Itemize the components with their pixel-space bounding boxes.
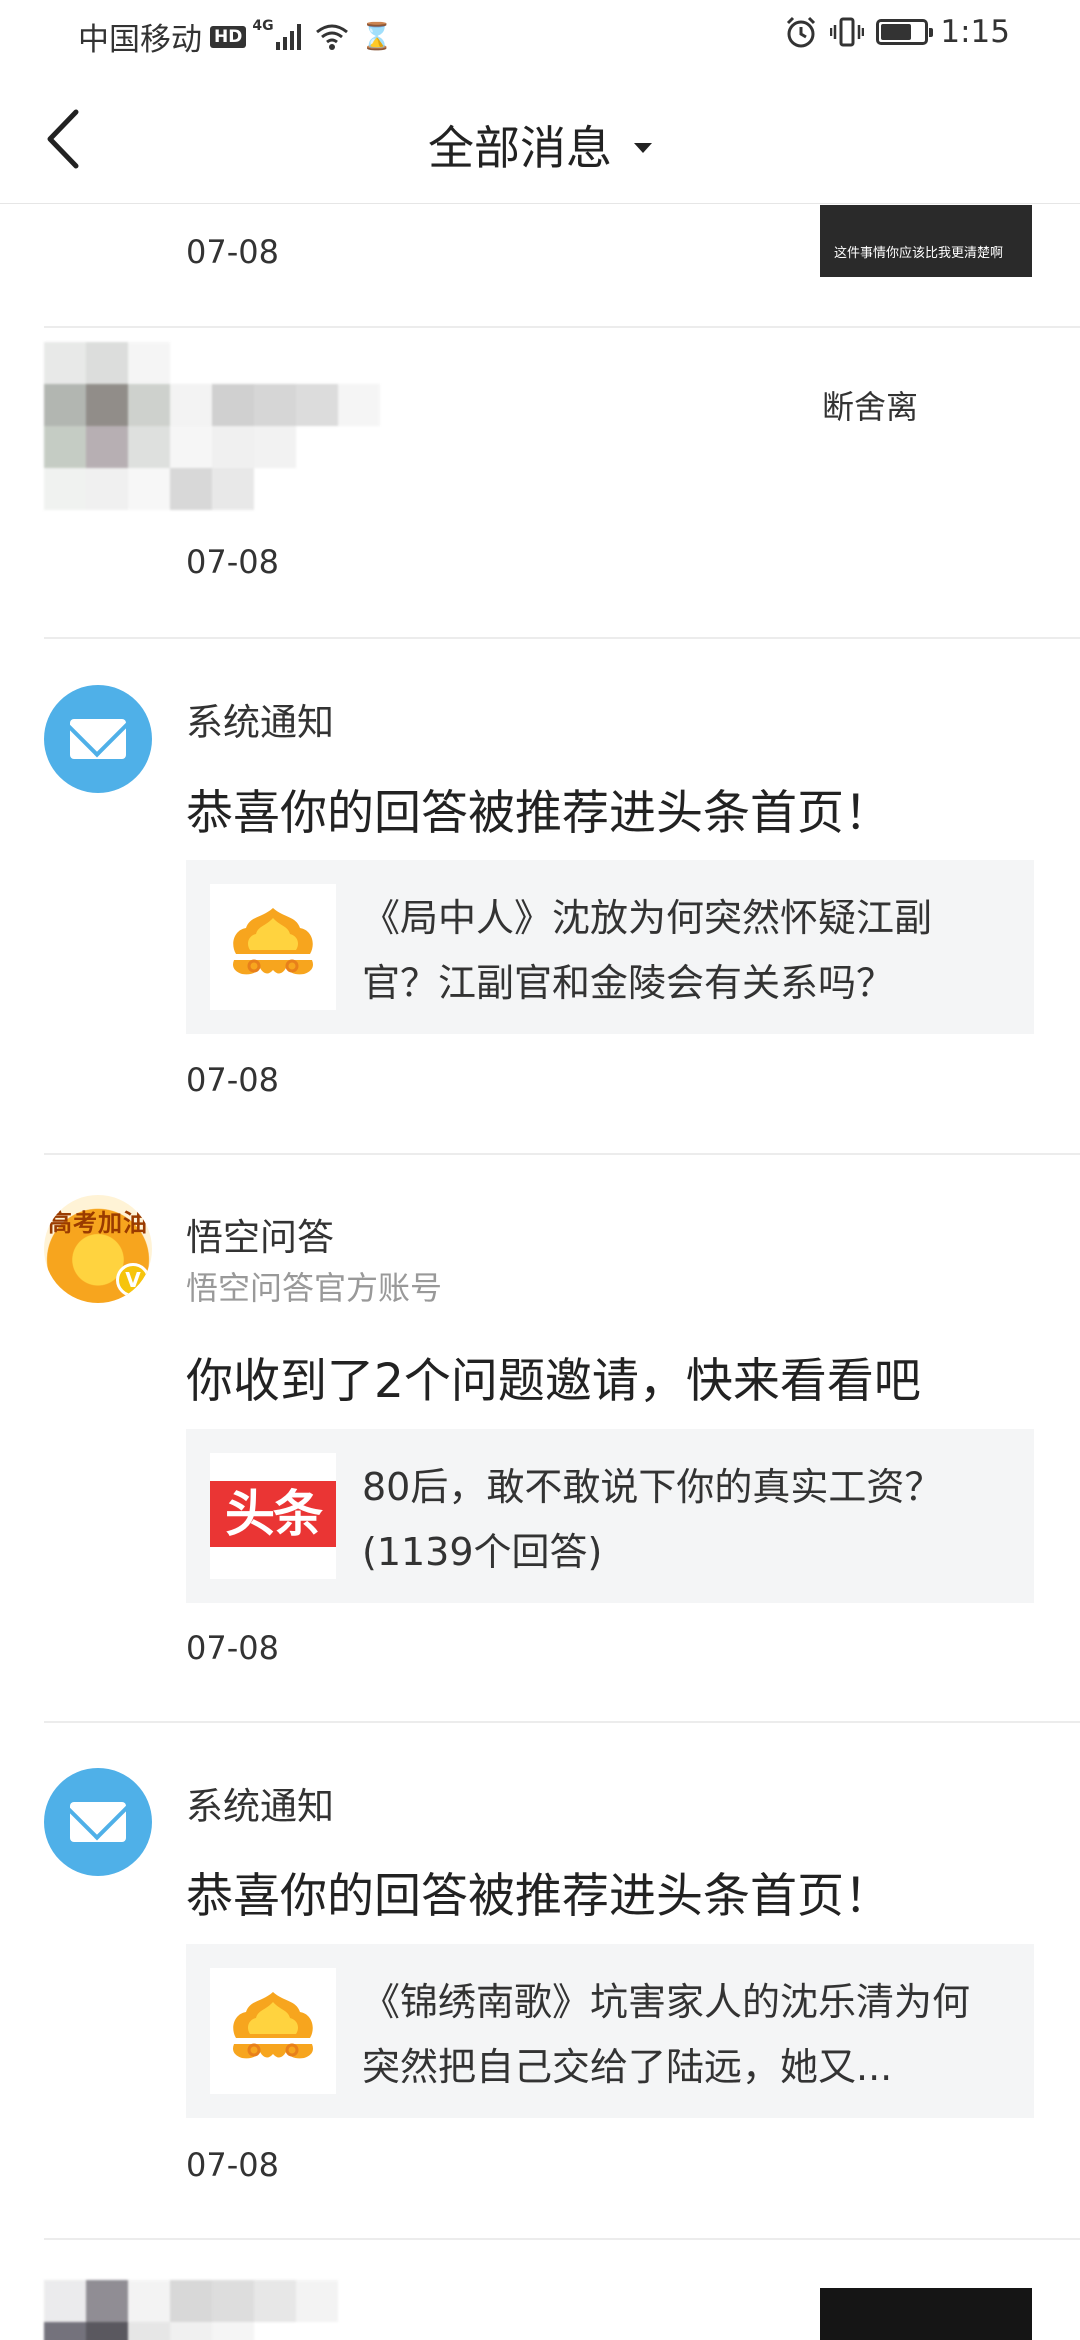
message-date: 07-08: [186, 1629, 279, 1667]
mail-avatar-icon: [44, 685, 152, 793]
hourglass-icon: ⌛: [360, 21, 393, 52]
divider: [44, 1153, 1080, 1155]
verified-badge-icon: V: [116, 1263, 150, 1297]
thumbnail-caption: 这件事情你应该比我更清楚啊: [834, 246, 1004, 261]
avatar-banner: 高考加油: [48, 1209, 148, 1237]
message-date: 07-08: [186, 2146, 279, 2184]
hd-icon: HD: [210, 25, 247, 48]
toutiao-logo-icon: 头条: [210, 1453, 336, 1579]
video-thumbnail[interactable]: 这件事情你应该比我更清楚啊: [820, 205, 1032, 277]
mail-avatar-icon: [44, 1768, 152, 1876]
vibrate-icon: [830, 17, 865, 47]
status-right: 1:15: [784, 14, 1010, 50]
status-left: 中国移动 HD 4G ⌛: [78, 14, 393, 59]
page-title: 全部消息: [428, 121, 612, 175]
clock: 1:15: [940, 14, 1010, 50]
caret-down-icon: [634, 142, 652, 153]
linked-card[interactable]: 《局中人》沈放为何突然怀疑江副官？江副官和金陵会有关系吗？: [186, 860, 1034, 1034]
network-type: 4G: [252, 18, 274, 34]
message-text: 恭喜你的回答被推荐进头条首页！: [186, 1869, 891, 1924]
message-date: 07-08: [186, 543, 279, 581]
carrier-name: 中国移动: [78, 22, 202, 58]
message-date: 07-08: [186, 1061, 279, 1099]
alarm-icon: [787, 16, 816, 48]
card-title: 80后，敢不敢说下你的真实工资？(1139个回答): [362, 1465, 943, 1574]
wifi-icon: [315, 24, 348, 50]
pixelated-avatar: [44, 2280, 380, 2340]
message-text: 恭喜你的回答被推荐进头条首页！: [186, 786, 891, 841]
message-date: 07-08: [186, 233, 279, 271]
battery-icon: [876, 19, 934, 45]
pixelated-avatar: [44, 342, 380, 510]
divider: [44, 326, 1080, 328]
divider: [44, 637, 1080, 639]
sender-name: 系统通知: [186, 701, 334, 744]
side-label: 断舍离: [822, 388, 919, 426]
navigation-bar: 全部消息: [0, 72, 1080, 204]
sender-name: 悟空问答: [186, 1216, 334, 1259]
sender-subtitle: 悟空问答官方账号: [186, 1269, 443, 1307]
linked-card[interactable]: 《锦绣南歌》坑害家人的沈乐清为何突然把自己交给了陆远，她又...: [186, 1944, 1034, 2118]
cloud-logo-icon: [210, 1968, 336, 2094]
linked-card[interactable]: 头条 80后，敢不敢说下你的真实工资？(1139个回答): [186, 1429, 1034, 1603]
cloud-logo-icon: [210, 884, 336, 1010]
sender-name: 系统通知: [186, 1785, 334, 1828]
message-filter-dropdown[interactable]: 全部消息: [0, 112, 1080, 178]
wukong-avatar[interactable]: 高考加油 V: [44, 1195, 152, 1303]
toutiao-logo-text: 头条: [210, 1481, 336, 1547]
card-title: 《局中人》沈放为何突然怀疑江副官？江副官和金陵会有关系吗？: [362, 896, 933, 1005]
video-thumbnail[interactable]: [820, 2288, 1032, 2340]
card-title: 《锦绣南歌》坑害家人的沈乐清为何突然把自己交给了陆远，她又...: [362, 1980, 971, 2089]
signal-icon: [275, 23, 301, 50]
status-bar: 中国移动 HD 4G ⌛ 1:15: [0, 0, 1080, 72]
divider: [44, 2238, 1080, 2240]
message-text: 你收到了2个问题邀请，快来看看吧: [186, 1354, 921, 1409]
divider: [44, 1721, 1080, 1723]
